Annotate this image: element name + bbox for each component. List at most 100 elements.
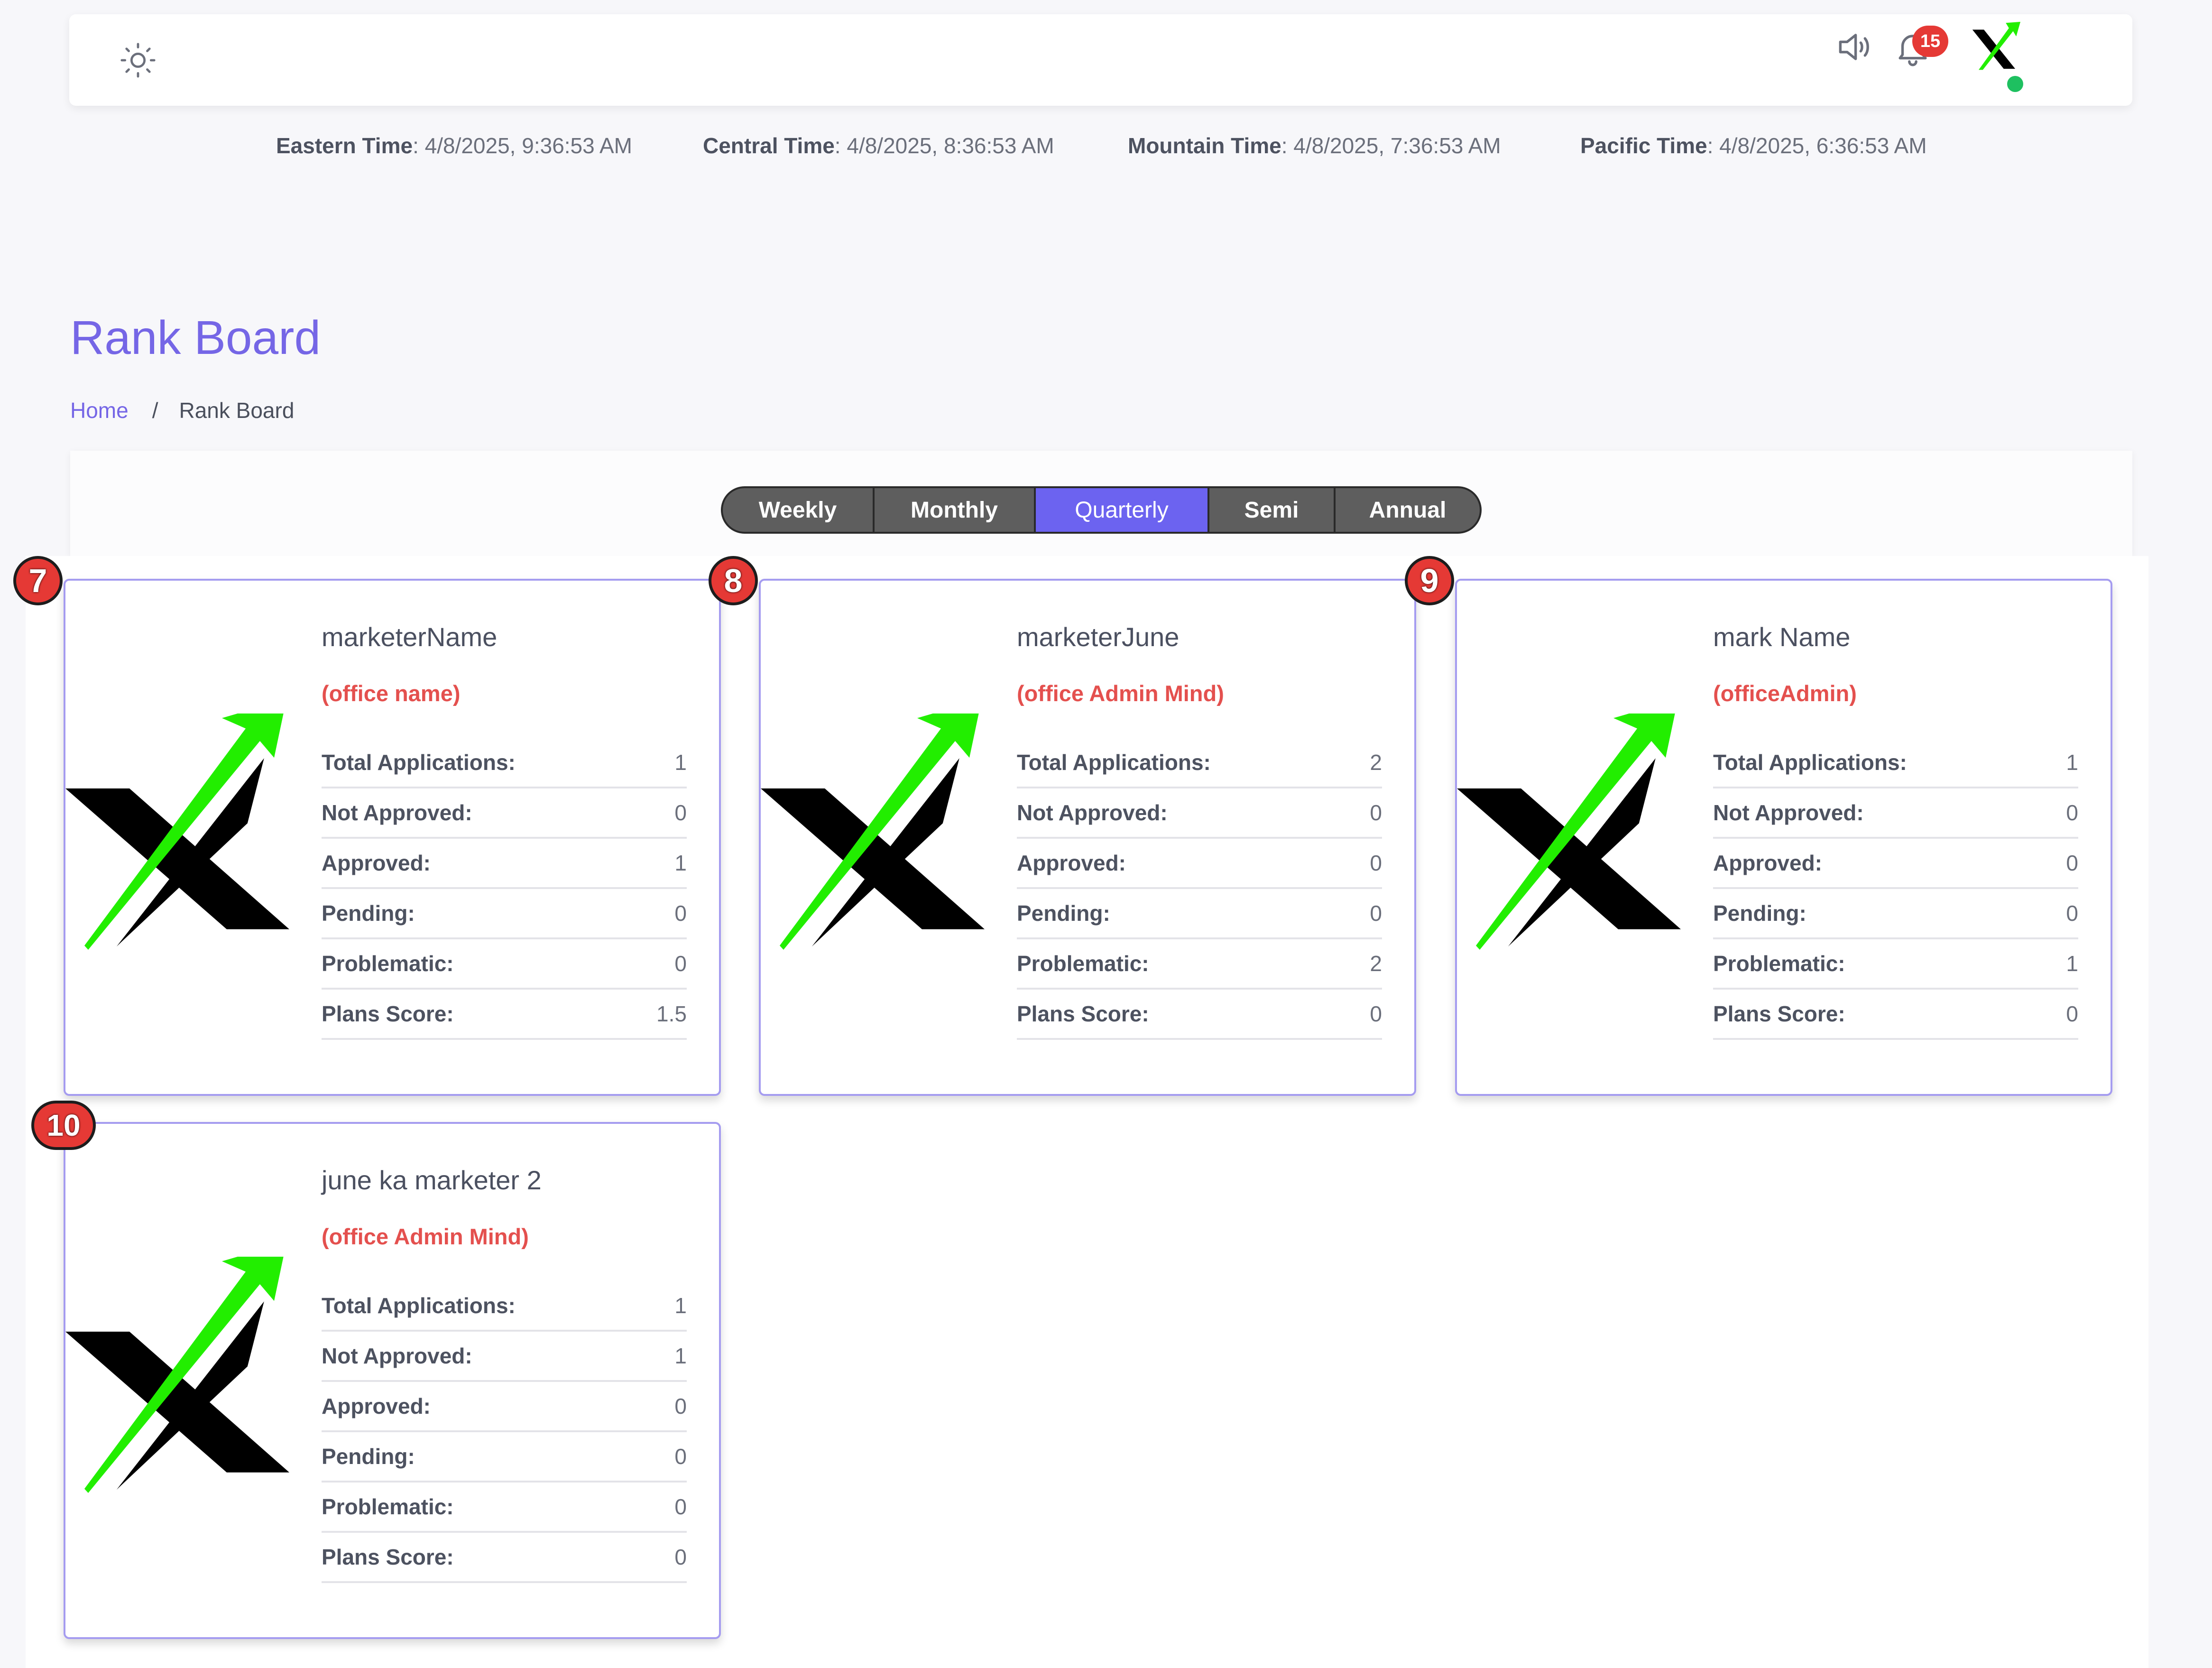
stat-value: 0	[1370, 851, 1382, 875]
stat-row: Plans Score: 0	[322, 1535, 687, 1583]
rank-badge: 8	[709, 556, 758, 605]
stat-value: 0	[674, 1394, 687, 1418]
stat-value: 0	[2066, 901, 2078, 926]
breadcrumb-home-link[interactable]: Home	[70, 398, 129, 423]
marketer-logo	[65, 1257, 289, 1493]
stat-value: 1	[674, 851, 687, 875]
stat-label: Problematic:	[322, 951, 454, 976]
rank-card: marketerJune (office Admin Mind) Total A…	[759, 579, 1416, 1096]
marketer-name: marketerName	[322, 622, 498, 652]
stat-label: Approved:	[1017, 851, 1126, 875]
stat-label: Pending:	[322, 1444, 415, 1469]
rank-card: marketerName (office name) Total Applica…	[64, 579, 721, 1096]
stat-value: 1	[674, 1344, 687, 1368]
stat-value: 0	[2066, 800, 2078, 825]
speaker-icon[interactable]	[1834, 27, 1874, 67]
stat-row: Total Applications: 1	[322, 1283, 687, 1332]
stat-label: Total Applications:	[322, 1293, 516, 1318]
marketer-name: marketerJune	[1017, 622, 1180, 652]
rank-card: mark Name (officeAdmin) Total Applicatio…	[1455, 579, 2112, 1096]
stat-row: Plans Score: 0	[1713, 992, 2078, 1040]
stat-value: 0	[674, 951, 687, 976]
stat-row: Total Applications: 1	[322, 740, 687, 788]
stat-value: 0	[674, 1545, 687, 1569]
stat-label: Plans Score:	[1713, 1001, 1845, 1026]
stat-value: 0	[674, 1444, 687, 1469]
stat-value: 0	[1370, 800, 1382, 825]
stat-value: 1	[674, 750, 687, 775]
marketer-name: june ka marketer 2	[322, 1165, 542, 1195]
office-name: (officeAdmin)	[1713, 681, 1857, 706]
stat-label: Total Applications:	[322, 750, 516, 775]
stat-label: Problematic:	[1713, 951, 1845, 976]
stat-label: Problematic:	[1017, 951, 1149, 976]
stat-row: Problematic: 1	[1713, 941, 2078, 990]
stat-label: Pending:	[322, 901, 415, 926]
stat-row: Plans Score: 1.5	[322, 992, 687, 1040]
marketer-logo	[761, 714, 985, 950]
tab-weekly[interactable]: Weekly	[723, 488, 875, 532]
marketer-name: mark Name	[1713, 622, 1851, 652]
stat-label: Total Applications:	[1713, 750, 1907, 775]
stat-row: Total Applications: 2	[1017, 740, 1382, 788]
stat-row: Approved: 0	[1713, 841, 2078, 889]
stat-value: 1	[674, 1293, 687, 1318]
stat-row: Approved: 0	[1017, 841, 1382, 889]
stat-row: Not Approved: 0	[1017, 790, 1382, 839]
notification-badge: 15	[1912, 26, 1948, 57]
stats-list: Total Applications: 2 Not Approved: 0 Ap…	[1017, 740, 1382, 1042]
stat-row: Not Approved: 0	[322, 790, 687, 839]
stat-value: 0	[674, 800, 687, 825]
stat-label: Pending:	[1713, 901, 1806, 926]
stat-value: 0	[674, 901, 687, 926]
stat-value: 1	[2066, 750, 2078, 775]
tab-annual[interactable]: Annual	[1336, 488, 1480, 532]
period-tabs: Weekly Monthly Quarterly Semi Annual	[721, 486, 1482, 534]
stat-label: Plans Score:	[322, 1001, 454, 1026]
rank-card: june ka marketer 2 (office Admin Mind) T…	[64, 1122, 721, 1639]
stat-row: Not Approved: 1	[322, 1334, 687, 1382]
stat-value: 1	[2066, 951, 2078, 976]
stat-row: Pending: 0	[322, 1434, 687, 1483]
rank-badge: 10	[31, 1101, 96, 1150]
stat-row: Problematic: 2	[1017, 941, 1382, 990]
rank-badge: 9	[1405, 556, 1454, 605]
tab-quarterly[interactable]: Quarterly	[1036, 488, 1209, 532]
stat-value: 1.5	[656, 1001, 687, 1026]
stat-value: 0	[1370, 1001, 1382, 1026]
stats-list: Total Applications: 1 Not Approved: 0 Ap…	[1713, 740, 2078, 1042]
stat-row: Problematic: 0	[322, 941, 687, 990]
stat-label: Not Approved:	[322, 1344, 472, 1368]
stat-label: Total Applications:	[1017, 750, 1211, 775]
stat-value: 2	[1370, 951, 1382, 976]
stat-value: 0	[1370, 901, 1382, 926]
sun-icon[interactable]	[119, 41, 157, 80]
breadcrumb: Home / Rank Board	[70, 398, 294, 423]
breadcrumb-current: Rank Board	[179, 398, 295, 423]
tab-semi[interactable]: Semi	[1209, 488, 1336, 532]
stat-row: Plans Score: 0	[1017, 992, 1382, 1040]
office-name: (office Admin Mind)	[322, 1224, 529, 1249]
user-avatar-logo[interactable]	[1968, 22, 2020, 74]
time-mountain: Mountain Time: 4/8/2025, 7:36:53 AM	[1128, 133, 1501, 158]
office-name: (office Admin Mind)	[1017, 681, 1224, 706]
stat-value: 0	[2066, 1001, 2078, 1026]
stat-label: Plans Score:	[1017, 1001, 1149, 1026]
marketer-logo	[65, 714, 289, 950]
stats-list: Total Applications: 1 Not Approved: 1 Ap…	[322, 1283, 687, 1585]
stat-row: Not Approved: 0	[1713, 790, 2078, 839]
time-zones: Eastern Time: 4/8/2025, 9:36:53 AM Centr…	[0, 133, 2212, 161]
stat-label: Pending:	[1017, 901, 1110, 926]
stat-row: Pending: 0	[1017, 891, 1382, 939]
stat-row: Pending: 0	[322, 891, 687, 939]
page-title: Rank Board	[70, 311, 321, 364]
stat-row: Approved: 1	[322, 841, 687, 889]
stat-label: Problematic:	[322, 1494, 454, 1519]
stats-list: Total Applications: 1 Not Approved: 0 Ap…	[322, 740, 687, 1042]
office-name: (office name)	[322, 681, 461, 706]
tab-monthly[interactable]: Monthly	[875, 488, 1036, 532]
stat-row: Total Applications: 1	[1713, 740, 2078, 788]
stat-row: Problematic: 0	[322, 1484, 687, 1533]
stat-label: Not Approved:	[1713, 800, 1864, 825]
top-bar	[69, 14, 2132, 106]
